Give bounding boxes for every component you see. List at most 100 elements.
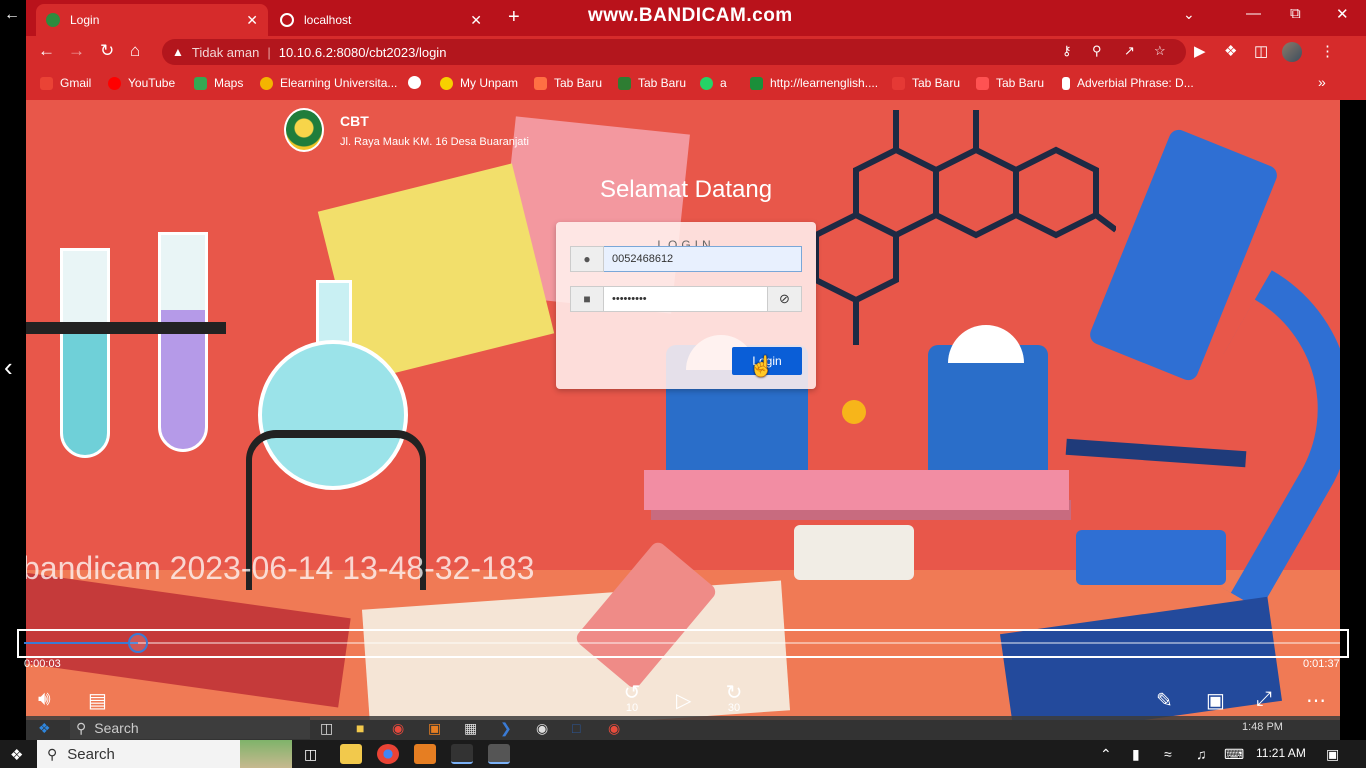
play-icon[interactable]: ▷ xyxy=(676,688,691,713)
tube-rack xyxy=(26,322,226,334)
star-icon[interactable]: ☆ xyxy=(1154,43,1166,59)
skip-back-label: 10 xyxy=(625,702,639,714)
player-controls: 🔊︎ ▤ ↺ 10 ▷ ↻ 30 ✎ ▣ ⤢ ⋯ xyxy=(26,680,1340,720)
keyboard-icon[interactable]: ⌨ xyxy=(1224,746,1244,763)
previous-chevron-icon[interactable]: ‹ xyxy=(4,352,13,383)
notifications-icon[interactable]: ▣ xyxy=(1326,746,1339,763)
login-page: CBT Jl. Raya Mauk KM. 16 Desa Buaranjati… xyxy=(26,100,1340,720)
password-input[interactable]: ••••••••• xyxy=(604,286,768,312)
bookmark-label: a xyxy=(720,76,727,90)
puzzle-icon[interactable]: ❖ xyxy=(1224,42,1237,60)
zoom-icon[interactable]: ⚲ xyxy=(1092,43,1102,59)
recorded-taskbar: ❖ ⚲ Search ◫ ■ ◉ ▣ ▦ ❯ ◉ □ ◉ 1:48 PM xyxy=(26,716,1340,740)
bookmark-my-unpam[interactable]: My Unpam xyxy=(440,76,518,90)
bandicam-icon: ▣ xyxy=(428,720,442,736)
bookmark-gmail[interactable]: Gmail xyxy=(40,76,91,90)
close-tab-icon[interactable]: ✕ xyxy=(470,12,482,29)
home-icon[interactable]: ⌂ xyxy=(130,41,140,61)
bookmark-youtube[interactable]: YouTube xyxy=(108,76,175,90)
bookmark-learnenglish[interactable]: http://learnenglish.... xyxy=(750,76,878,90)
timeline-progress xyxy=(24,642,139,644)
yellow-bulb xyxy=(842,400,866,424)
hide-password-icon[interactable]: ⊘ xyxy=(768,286,802,312)
bookmark-label: Maps xyxy=(214,76,244,90)
share-icon[interactable]: ↗ xyxy=(1124,43,1135,59)
password-field: ■ ••••••••• ⊘ xyxy=(570,286,802,312)
close-window-icon[interactable]: ✕ xyxy=(1336,5,1349,23)
page-icon xyxy=(1062,76,1070,90)
bag-icon xyxy=(534,76,547,90)
profile-avatar[interactable] xyxy=(1282,42,1302,62)
photos-icon[interactable] xyxy=(488,744,510,764)
bookmark-label: YouTube xyxy=(128,76,176,90)
new-tab-icon[interactable]: + xyxy=(508,6,520,29)
bookmark-label: Tab Baru xyxy=(554,76,603,90)
key-icon[interactable]: ⚷ xyxy=(1062,43,1072,59)
edit-pencil-icon[interactable]: ✎ xyxy=(1156,688,1173,713)
bookmark-google[interactable] xyxy=(408,76,428,89)
viewer-right-strip xyxy=(1340,100,1366,720)
search-highlight-image xyxy=(240,740,292,768)
show-hidden-icons-icon[interactable]: ⌃ xyxy=(1100,746,1112,763)
forward-icon[interactable]: → xyxy=(68,41,85,61)
bookmarks-bar: Gmail YouTube Maps Elearning Universita.… xyxy=(26,68,1366,100)
bookmark-tab-baru-3[interactable]: Tab Baru xyxy=(892,76,960,90)
skip-back-button[interactable]: ↺ 10 xyxy=(620,683,644,714)
whatsapp-icon xyxy=(700,76,713,90)
gmail-icon xyxy=(40,76,53,90)
mini-player-icon[interactable]: ▣ xyxy=(1206,688,1225,713)
windows-taskbar: ❖ ⚲ Search ◫ ⌃ ▮ ≈ ♫ ⌨ 11:21 AM ▣ xyxy=(0,740,1366,768)
back-arrow-icon[interactable]: ← xyxy=(4,6,20,24)
vscode-icon: ❯ xyxy=(500,720,512,736)
more-options-icon[interactable]: ⋯ xyxy=(1306,688,1326,713)
search-icon: ⚲ xyxy=(47,745,58,762)
bandicam-icon[interactable] xyxy=(414,744,436,764)
tab-login[interactable]: Login ✕ xyxy=(36,4,268,36)
battery-icon[interactable]: ▮ xyxy=(1132,746,1140,763)
tab-title: Login xyxy=(70,13,100,27)
fullscreen-icon[interactable]: ⤢ xyxy=(1256,688,1272,711)
wifi-icon[interactable]: ≈ xyxy=(1164,746,1172,762)
timeline-track[interactable] xyxy=(24,642,1340,644)
elearning-icon xyxy=(260,76,273,90)
subtitles-icon[interactable]: ▤ xyxy=(88,688,107,713)
username-input[interactable]: 0052468612 xyxy=(604,246,802,272)
back-icon[interactable]: ← xyxy=(38,41,55,61)
bookmark-maps[interactable]: Maps xyxy=(194,76,243,90)
username-field: ● 0052468612 xyxy=(570,246,802,272)
close-tab-icon[interactable]: ✕ xyxy=(246,12,258,29)
photos-icon: ▦ xyxy=(464,720,478,736)
security-label: Tidak aman xyxy=(191,44,260,60)
windows-logo-icon: ❖ xyxy=(38,720,51,736)
warning-icon[interactable]: ▲ xyxy=(172,45,184,59)
folder-icon: ■ xyxy=(356,720,365,736)
side-panel-icon[interactable]: ◫ xyxy=(1254,42,1268,60)
reload-icon[interactable]: ↻ xyxy=(100,41,114,61)
more-bookmarks-icon[interactable]: » xyxy=(1318,74,1326,90)
bookmark-label: Elearning Universita... xyxy=(280,76,398,90)
minimize-icon[interactable]: — xyxy=(1246,5,1261,22)
file-explorer-icon[interactable] xyxy=(340,744,362,764)
bookmark-tab-baru-2[interactable]: Tab Baru xyxy=(618,76,686,90)
chevron-down-icon[interactable]: ⌄ xyxy=(1183,6,1195,23)
skip-forward-button[interactable]: ↻ 30 xyxy=(722,683,746,714)
bookmark-adverbial-phrase[interactable]: Adverbial Phrase: D... xyxy=(1062,76,1194,90)
bookmark-tab-baru-4[interactable]: Tab Baru xyxy=(976,76,1044,90)
speaker-icon[interactable]: ♫ xyxy=(1196,746,1207,762)
chrome-icon[interactable] xyxy=(377,744,399,764)
windows-start-icon[interactable]: ❖ xyxy=(10,746,23,764)
bookmark-label: Tab Baru xyxy=(638,76,687,90)
restore-icon[interactable]: ⧉ xyxy=(1290,5,1301,22)
bookmark-whatsapp[interactable]: a xyxy=(700,76,727,90)
video-editor-icon[interactable] xyxy=(451,744,473,764)
address-bar[interactable]: ▲ Tidak aman | 10.10.6.2:8080/cbt2023/lo… xyxy=(162,39,1186,65)
bookmark-elearning[interactable]: Elearning Universita... xyxy=(260,76,397,90)
menu-kebab-icon[interactable]: ⋮ xyxy=(1320,42,1335,60)
task-view-icon[interactable]: ◫ xyxy=(304,746,317,763)
tab-localhost[interactable]: localhost ✕ xyxy=(270,4,492,36)
bookmark-label: Gmail xyxy=(60,76,92,90)
bookmark-tab-baru-1[interactable]: Tab Baru xyxy=(534,76,602,90)
extension-icon[interactable]: ▶ xyxy=(1194,42,1206,60)
recorded-clock: 1:48 PM xyxy=(1242,721,1283,733)
volume-icon[interactable]: 🔊︎ xyxy=(38,688,51,711)
